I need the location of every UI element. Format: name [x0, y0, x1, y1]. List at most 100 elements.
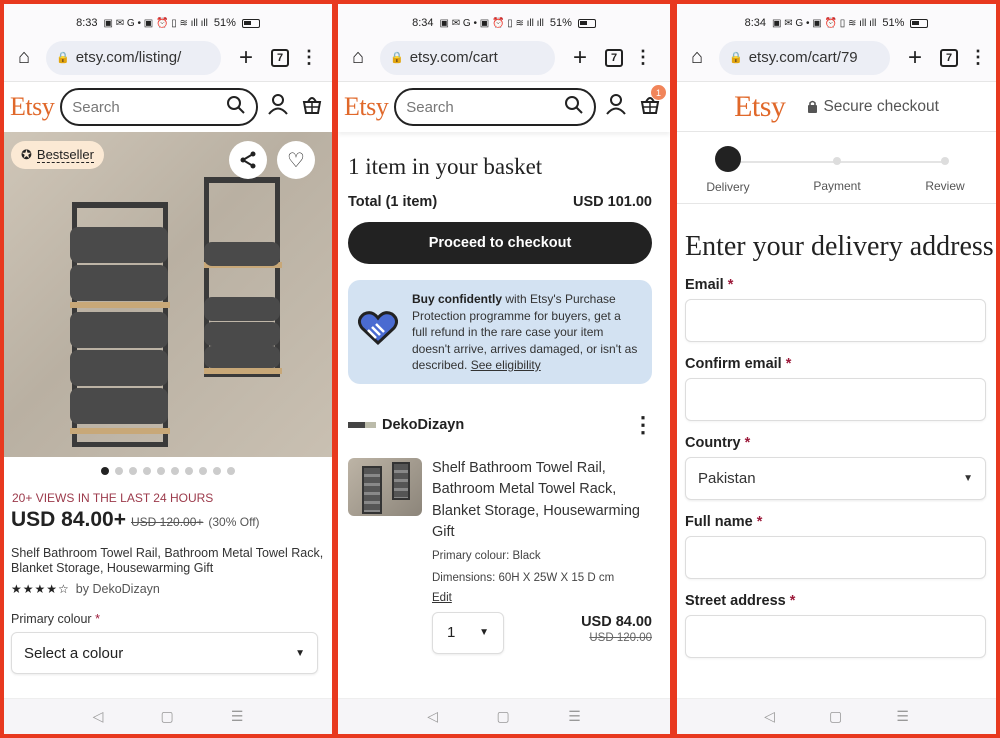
home-nav-icon[interactable]: ▢: [829, 708, 842, 725]
item-colour: Primary colour: Black: [432, 549, 541, 562]
carousel-dot[interactable]: [213, 467, 221, 475]
secure-checkout-label: Secure checkout: [807, 98, 939, 116]
search-icon[interactable]: [564, 95, 584, 120]
status-icons: ▣ ✉ G • ▣ ⏰ ▯ ≋ ıll ıll: [439, 17, 544, 29]
total-label: Total (1 item): [348, 194, 438, 210]
recents-icon[interactable]: ☰: [896, 708, 909, 725]
etsy-logo[interactable]: Etsy: [10, 92, 55, 122]
url-bar[interactable]: 🔒 etsy.com/listing/: [46, 40, 221, 75]
full-name-field: Full name *: [685, 514, 986, 579]
carousel-dot[interactable]: [129, 467, 137, 475]
item-dimensions: Dimensions: 60H X 25W X 15 D cm: [432, 571, 615, 584]
carousel-dot[interactable]: [115, 467, 123, 475]
status-icons: ▣ ✉ G • ▣ ⏰ ▯ ≋ ıll ıll: [103, 17, 208, 29]
email-input[interactable]: [685, 299, 986, 342]
towel: [70, 350, 168, 386]
share-button[interactable]: [229, 141, 267, 179]
android-nav-bar: ◁ ▢ ☰: [4, 698, 332, 734]
more-options-icon[interactable]: ⋮: [632, 412, 654, 438]
caret-down-icon: ▼: [963, 473, 973, 484]
search-input[interactable]: Search: [394, 88, 596, 126]
new-tab-icon[interactable]: +: [900, 44, 930, 72]
home-icon[interactable]: ⌂: [346, 46, 370, 69]
carousel-dot[interactable]: [227, 467, 235, 475]
sale-price: USD 84.00+: [11, 508, 126, 531]
proceed-to-checkout-button[interactable]: Proceed to checkout: [348, 222, 652, 264]
url-bar[interactable]: 🔒 etsy.com/cart/79: [719, 40, 890, 75]
browser-menu-icon[interactable]: ⋮: [299, 47, 319, 68]
browser-toolbar: ⌂ 🔒 etsy.com/cart + 7 ⋮: [338, 34, 670, 82]
home-icon[interactable]: ⌂: [685, 46, 709, 69]
field-label-text: Country: [685, 435, 741, 451]
carousel-dot[interactable]: [143, 467, 151, 475]
search-input[interactable]: Search: [60, 88, 258, 126]
street-address-field: Street address *: [685, 593, 986, 658]
back-icon[interactable]: ◁: [93, 708, 104, 725]
tab-switcher-button[interactable]: 7: [605, 48, 623, 67]
colour-select[interactable]: Select a colour ▼: [11, 632, 318, 674]
home-icon[interactable]: ⌂: [12, 46, 36, 69]
browser-menu-icon[interactable]: ⋮: [968, 47, 988, 68]
status-time: 8:34: [412, 17, 434, 29]
account-icon[interactable]: [264, 93, 292, 121]
lock-icon: 🔒: [390, 52, 404, 64]
basket-icon[interactable]: 1: [636, 85, 666, 121]
seller-link[interactable]: by DekoDizayn: [76, 582, 160, 596]
street-address-input[interactable]: [685, 615, 986, 658]
handshake-heart-icon: [357, 310, 399, 354]
new-tab-icon[interactable]: +: [565, 44, 595, 72]
url-text: etsy.com/cart/79: [748, 49, 858, 66]
tab-switcher-button[interactable]: 7: [271, 48, 289, 67]
browser-menu-icon[interactable]: ⋮: [633, 47, 653, 68]
item-thumbnail[interactable]: [348, 457, 422, 516]
towel: [204, 346, 280, 368]
etsy-logo[interactable]: Etsy: [734, 90, 786, 124]
item-sale-price: USD 84.00: [581, 613, 652, 630]
home-nav-icon[interactable]: ▢: [160, 708, 173, 725]
towel: [204, 297, 280, 321]
shelf: [70, 302, 170, 308]
bestseller-label: Bestseller: [36, 147, 94, 163]
towel: [70, 265, 168, 301]
towel: [204, 242, 280, 266]
carousel-dot[interactable]: [185, 467, 193, 475]
recents-icon[interactable]: ☰: [231, 708, 244, 725]
back-icon[interactable]: ◁: [764, 708, 775, 725]
edit-item-link[interactable]: Edit: [432, 592, 452, 604]
towel: [70, 388, 168, 424]
product-image[interactable]: ✪ Bestseller ♡: [4, 132, 332, 457]
carousel-dot[interactable]: [171, 467, 179, 475]
carousel-dot[interactable]: [101, 467, 109, 475]
recents-icon[interactable]: ☰: [568, 708, 581, 725]
favorite-button[interactable]: ♡: [277, 141, 315, 179]
carousel-dot[interactable]: [157, 467, 165, 475]
bestseller-badge[interactable]: ✪ Bestseller: [11, 141, 104, 169]
etsy-logo[interactable]: Etsy: [344, 92, 389, 122]
confirm-email-input[interactable]: [685, 378, 986, 421]
new-tab-icon[interactable]: +: [231, 44, 261, 72]
search-icon[interactable]: [226, 95, 246, 120]
image-carousel-dots[interactable]: [4, 467, 332, 475]
required-asterisk: *: [789, 593, 796, 609]
colour-label-text: Primary colour: [11, 612, 92, 626]
quantity-select[interactable]: 1 ▼: [432, 611, 504, 654]
step-indicator: [941, 157, 949, 165]
carousel-dot[interactable]: [199, 467, 207, 475]
country-select[interactable]: Pakistan ▼: [685, 457, 986, 500]
shop-logo[interactable]: [348, 421, 376, 428]
checkout-progress: Delivery Payment Review: [677, 132, 996, 204]
rating-stars[interactable]: ★★★★☆: [11, 582, 70, 596]
lock-icon: 🔒: [56, 52, 70, 64]
shop-name[interactable]: DekoDizayn: [382, 417, 626, 433]
tab-switcher-button[interactable]: 7: [940, 48, 958, 67]
product-title: Shelf Bathroom Towel Rail, Bathroom Meta…: [11, 546, 324, 575]
url-bar[interactable]: 🔒 etsy.com/cart: [380, 40, 555, 75]
back-icon[interactable]: ◁: [427, 708, 438, 725]
basket-icon[interactable]: [298, 93, 326, 121]
see-eligibility-link[interactable]: See eligibility: [471, 358, 541, 372]
home-nav-icon[interactable]: ▢: [496, 708, 509, 725]
full-name-input[interactable]: [685, 536, 986, 579]
account-icon[interactable]: [602, 93, 630, 121]
item-title[interactable]: Shelf Bathroom Towel Rail, Bathroom Meta…: [432, 458, 654, 544]
browser-toolbar: ⌂ 🔒 etsy.com/cart/79 + 7 ⋮: [677, 34, 996, 82]
